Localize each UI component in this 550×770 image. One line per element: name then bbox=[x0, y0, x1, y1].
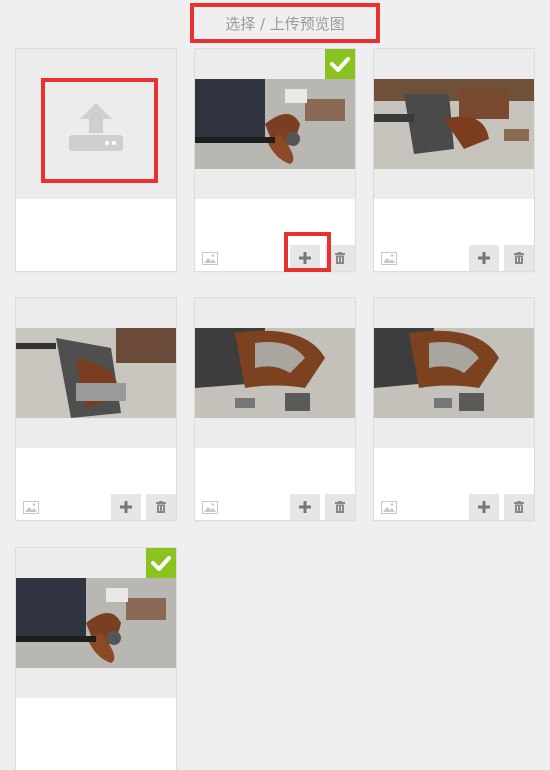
add-button[interactable] bbox=[469, 494, 499, 520]
card-actions bbox=[195, 494, 355, 520]
image-card[interactable] bbox=[195, 298, 355, 520]
delete-button[interactable] bbox=[504, 245, 534, 271]
preview-photo bbox=[195, 79, 355, 169]
upload-card[interactable] bbox=[16, 49, 176, 271]
plus-icon bbox=[299, 252, 311, 264]
thumbnail[interactable] bbox=[195, 49, 355, 199]
trash-icon bbox=[335, 501, 345, 513]
image-icon bbox=[23, 501, 39, 514]
card-actions bbox=[374, 494, 534, 520]
preview-photo bbox=[16, 328, 176, 418]
add-button[interactable] bbox=[111, 494, 141, 520]
check-icon bbox=[330, 57, 350, 72]
image-icon bbox=[202, 252, 218, 265]
preview-photo bbox=[16, 578, 176, 668]
delete-button[interactable] bbox=[325, 245, 355, 271]
thumbnail[interactable] bbox=[374, 298, 534, 448]
page-title: 选择 / 上传预览图 bbox=[225, 14, 345, 33]
image-icon bbox=[381, 501, 397, 514]
plus-icon bbox=[478, 501, 490, 513]
card-actions bbox=[195, 245, 355, 271]
image-icon bbox=[202, 501, 218, 514]
add-button[interactable] bbox=[290, 494, 320, 520]
selected-badge bbox=[325, 49, 355, 79]
image-card[interactable] bbox=[16, 548, 176, 770]
trash-icon bbox=[335, 252, 345, 264]
thumbnail[interactable] bbox=[16, 298, 176, 448]
preview-photo bbox=[374, 328, 534, 418]
thumbnail[interactable] bbox=[195, 298, 355, 448]
trash-icon bbox=[514, 252, 524, 264]
image-card[interactable] bbox=[374, 298, 534, 520]
add-button[interactable] bbox=[469, 245, 499, 271]
plus-icon bbox=[299, 501, 311, 513]
preview-photo bbox=[195, 328, 355, 418]
card-actions bbox=[374, 245, 534, 271]
upload-icon bbox=[69, 103, 123, 151]
delete-button[interactable] bbox=[146, 494, 176, 520]
check-icon bbox=[151, 556, 171, 571]
delete-button[interactable] bbox=[325, 494, 355, 520]
image-card[interactable] bbox=[374, 49, 534, 271]
preview-photo bbox=[374, 79, 534, 169]
thumbnail[interactable] bbox=[16, 548, 176, 698]
upload-tile[interactable] bbox=[16, 49, 176, 199]
delete-button[interactable] bbox=[504, 494, 534, 520]
page-title-box: 选择 / 上传预览图 bbox=[190, 3, 380, 43]
plus-icon bbox=[478, 252, 490, 264]
add-button[interactable] bbox=[290, 245, 320, 271]
trash-icon bbox=[156, 501, 166, 513]
trash-icon bbox=[514, 501, 524, 513]
card-actions bbox=[16, 494, 176, 520]
image-card[interactable] bbox=[195, 49, 355, 271]
thumbnail[interactable] bbox=[374, 49, 534, 199]
image-card[interactable] bbox=[16, 298, 176, 520]
selected-badge bbox=[146, 548, 176, 578]
image-icon bbox=[381, 252, 397, 265]
plus-icon bbox=[120, 501, 132, 513]
